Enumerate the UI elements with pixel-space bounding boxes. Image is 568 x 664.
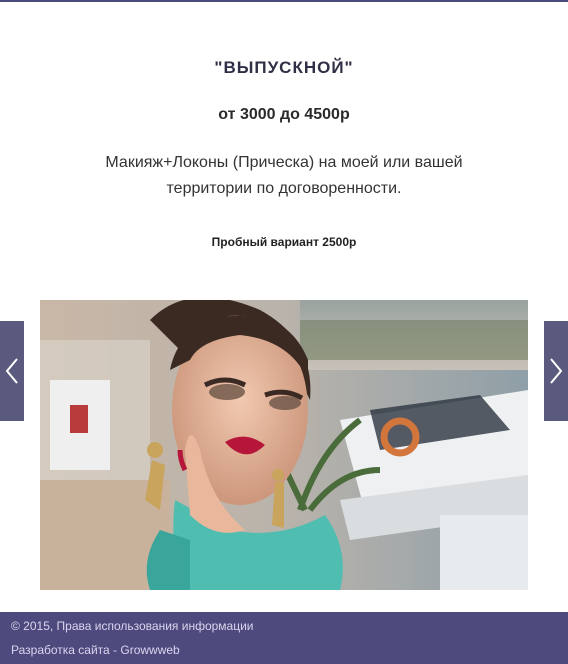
package-title: "ВЫПУСКНОЙ" bbox=[214, 58, 354, 77]
chevron-left-icon bbox=[5, 358, 18, 384]
copyright-link[interactable]: © 2015, Права использования информации bbox=[11, 619, 254, 633]
price-range: от 3000 до 4500р bbox=[218, 106, 350, 123]
trial-price: Пробный вариант 2500р bbox=[211, 235, 357, 249]
slider-prev-button[interactable] bbox=[0, 321, 24, 421]
package-description: Макияж+Локоны (Прическа) на моей или ваш… bbox=[105, 154, 463, 197]
footer: © 2015, Права использования информации Р… bbox=[0, 612, 568, 664]
developer-link[interactable]: Разработка сайта - Growwweb bbox=[11, 643, 180, 657]
top-border bbox=[0, 0, 568, 2]
chevron-right-icon bbox=[550, 358, 563, 384]
slide-image bbox=[40, 300, 528, 590]
photo-slider bbox=[40, 300, 528, 590]
slider-next-button[interactable] bbox=[544, 321, 568, 421]
